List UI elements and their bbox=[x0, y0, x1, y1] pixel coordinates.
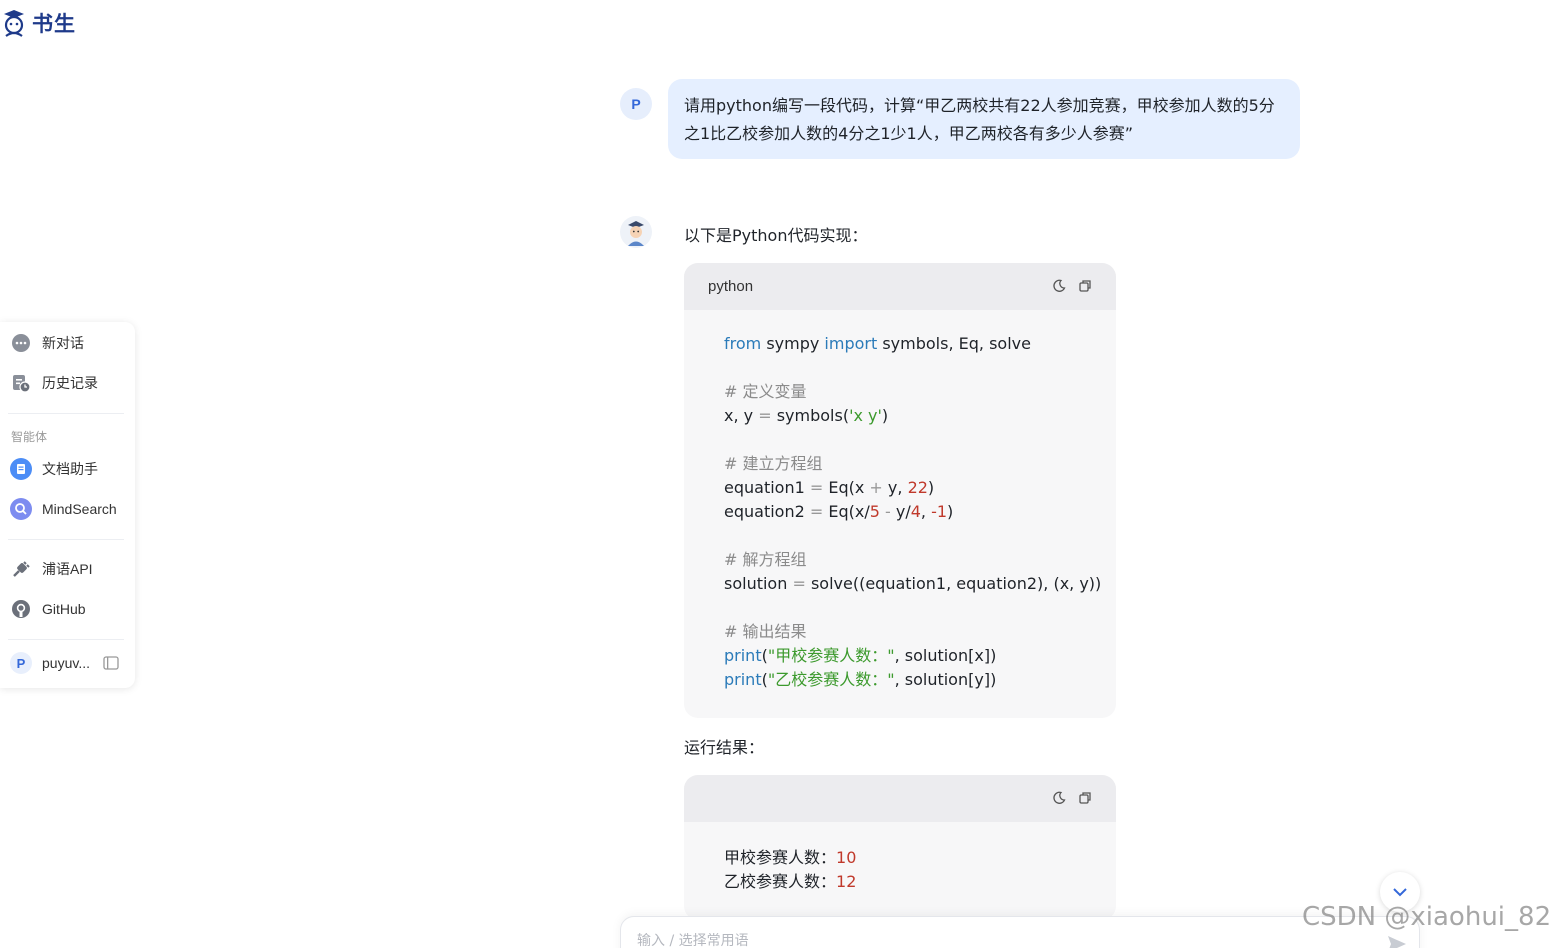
user-avatar: P bbox=[10, 652, 32, 674]
brand-logo[interactable]: 书生 bbox=[0, 8, 76, 38]
result-block-header bbox=[684, 775, 1116, 822]
sidebar-user[interactable]: P puyuv... bbox=[10, 652, 90, 674]
github-icon bbox=[10, 598, 32, 620]
theme-toggle-icon[interactable] bbox=[1052, 791, 1066, 809]
code-block: python from sympy import symbols, Eq, so… bbox=[684, 263, 1116, 718]
sidebar-item-github[interactable]: GitHub bbox=[10, 598, 86, 620]
sidebar-item-label: 浦语API bbox=[42, 561, 93, 577]
chat-bubble-icon bbox=[10, 332, 32, 354]
code-content: from sympy import symbols, Eq, solve # 定… bbox=[724, 334, 1102, 689]
send-icon[interactable] bbox=[1387, 935, 1407, 948]
sidebar-collapse-icon[interactable] bbox=[103, 656, 119, 675]
brand-name: 书生 bbox=[32, 11, 76, 36]
sidebar-divider bbox=[8, 413, 124, 414]
theme-toggle-icon[interactable] bbox=[1052, 279, 1066, 297]
sidebar-item-label: GitHub bbox=[42, 601, 86, 617]
user-name: puyuv... bbox=[42, 655, 90, 671]
sidebar-item-api[interactable]: 浦语API bbox=[10, 558, 93, 580]
document-assistant-icon bbox=[10, 458, 32, 480]
user-message-avatar: P bbox=[620, 88, 652, 120]
bot-avatar-icon bbox=[620, 216, 652, 248]
sidebar-item-document-assistant[interactable]: 文档助手 bbox=[10, 458, 98, 480]
sidebar-item-new-chat[interactable]: 新对话 bbox=[10, 332, 84, 354]
copy-icon[interactable] bbox=[1078, 279, 1092, 297]
scholar-logo-icon bbox=[4, 10, 24, 37]
code-language-label: python bbox=[708, 278, 754, 295]
sidebar-item-label: 文档助手 bbox=[42, 461, 98, 477]
user-message-bubble: 请用python编写一段代码，计算“甲乙两校共有22人参加竞赛，甲校参加人数的5… bbox=[668, 79, 1300, 159]
chat-input[interactable] bbox=[637, 933, 1337, 948]
sidebar: 新对话 历史记录 智能体 文档助手 MindSearch 浦语API GitHu… bbox=[0, 322, 135, 688]
mindsearch-icon bbox=[10, 498, 32, 520]
api-plug-icon bbox=[10, 558, 32, 580]
sidebar-item-history[interactable]: 历史记录 bbox=[10, 372, 98, 394]
user-message-line: 之1比乙校参加人数的4分之1少1人，甲乙两校各有多少人参赛” bbox=[684, 124, 1134, 143]
sidebar-item-mindsearch[interactable]: MindSearch bbox=[10, 498, 117, 520]
sidebar-item-label: 历史记录 bbox=[42, 375, 98, 391]
bot-intro-text: 以下是Python代码实现： bbox=[684, 226, 868, 245]
chat-input-box bbox=[620, 916, 1420, 948]
history-icon bbox=[10, 372, 32, 394]
sidebar-item-label: 新对话 bbox=[42, 335, 84, 351]
user-message-line: 请用python编写一段代码，计算“甲乙两校共有22人参加竞赛，甲校参加人数的5… bbox=[684, 96, 1275, 115]
csdn-watermark: CSDN @xiaohui_82 bbox=[1302, 902, 1552, 932]
sidebar-item-label: MindSearch bbox=[42, 501, 117, 517]
code-block-header: python bbox=[684, 263, 1116, 310]
result-label: 运行结果： bbox=[684, 738, 765, 757]
copy-icon[interactable] bbox=[1078, 791, 1092, 809]
chevron-down-icon bbox=[1393, 888, 1407, 897]
sidebar-divider bbox=[8, 539, 124, 540]
result-block: 甲校参赛人数：10 乙校参赛人数：12 bbox=[684, 775, 1116, 920]
sidebar-section-title: 智能体 bbox=[11, 430, 48, 444]
sidebar-divider bbox=[8, 639, 124, 640]
result-content: 甲校参赛人数：10 乙校参赛人数：12 bbox=[724, 848, 857, 891]
